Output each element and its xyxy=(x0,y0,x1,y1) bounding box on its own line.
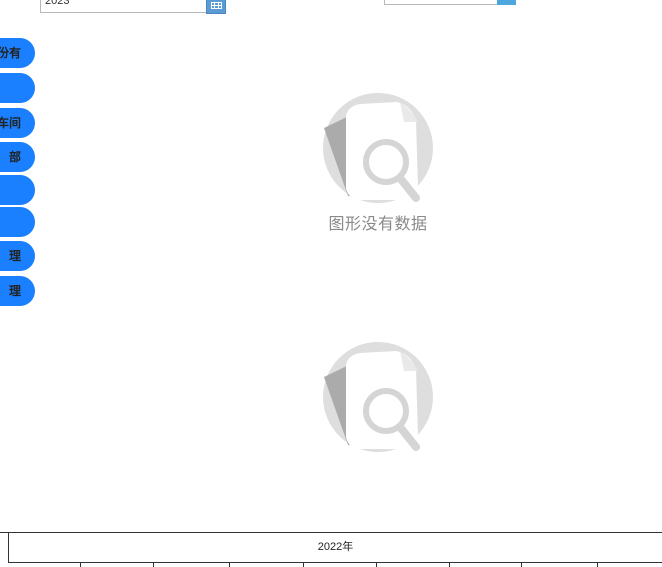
side-button-label: 车间 xyxy=(0,116,21,130)
side-button-label: 理 xyxy=(8,284,21,298)
year-input[interactable]: 2023 xyxy=(40,0,226,14)
side-button-3[interactable]: 车间 xyxy=(0,108,35,138)
no-data-magnifier-icon xyxy=(323,93,433,203)
side-button-2[interactable] xyxy=(0,73,35,103)
table-column-divider xyxy=(153,563,154,567)
side-button-label: 理 xyxy=(8,249,21,263)
data-table: 2022年 xyxy=(0,532,662,567)
side-button-label: 部 xyxy=(8,150,21,164)
table-column-divider xyxy=(303,563,304,567)
empty-chart-text: 图形没有数据 xyxy=(328,214,428,233)
table-column-divider xyxy=(229,563,230,567)
side-button-8[interactable]: 理 xyxy=(0,276,35,306)
side-button-7[interactable]: 理 xyxy=(0,241,35,271)
no-data-magnifier-icon xyxy=(323,342,433,452)
no-data-icon xyxy=(318,337,438,457)
calendar-button[interactable] xyxy=(206,0,226,14)
side-button-5[interactable] xyxy=(0,175,35,205)
year-input-value: 2023 xyxy=(45,0,70,7)
side-button-4[interactable]: 部 xyxy=(0,142,35,172)
table-column-divider xyxy=(521,563,522,567)
calendar-icon xyxy=(211,2,222,9)
table-header-year: 2022年 xyxy=(8,533,662,563)
side-button-6[interactable] xyxy=(0,207,35,237)
no-data-icon xyxy=(318,88,438,208)
table-column-divider xyxy=(376,563,377,567)
table-column-divider xyxy=(449,563,450,567)
top-select[interactable] xyxy=(384,0,516,5)
select-dropdown-button[interactable] xyxy=(497,0,516,5)
table-column-divider xyxy=(80,563,81,567)
side-button-label: 份有 xyxy=(0,46,21,60)
table-column-divider xyxy=(597,563,598,567)
side-button-1[interactable]: 份有 xyxy=(0,38,35,68)
